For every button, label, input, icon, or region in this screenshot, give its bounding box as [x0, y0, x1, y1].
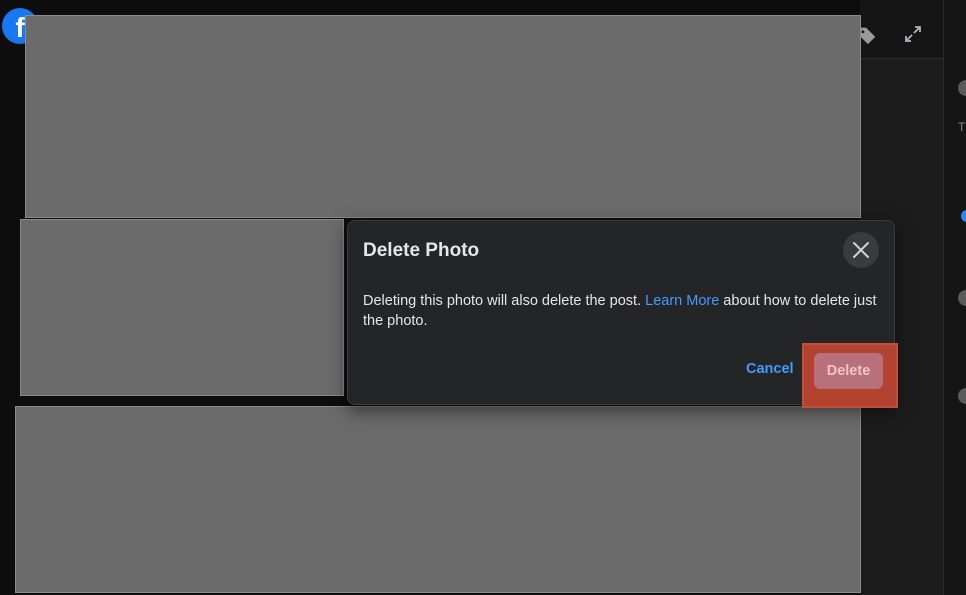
delete-button[interactable]: Delete [814, 353, 883, 389]
photo-viewer-screen: T f Delete Photo Deleting this photo wil… [0, 0, 966, 595]
redacted-image-block [20, 219, 344, 396]
cancel-button[interactable]: Cancel [746, 361, 794, 377]
dialog-title: Delete Photo [363, 240, 480, 261]
side-panel-partial-text: T [958, 120, 966, 134]
close-button[interactable] [843, 232, 879, 268]
close-icon [853, 242, 869, 258]
dialog-message: Deleting this photo will also delete the… [363, 291, 883, 331]
dialog-message-text: Deleting this photo will also delete the… [363, 293, 646, 309]
side-panel-blue-indicator [961, 210, 966, 222]
redacted-image-block [25, 15, 861, 218]
redacted-image-block [15, 406, 861, 593]
learn-more-link[interactable]: Learn More [645, 293, 719, 309]
expand-icon[interactable] [903, 24, 923, 44]
